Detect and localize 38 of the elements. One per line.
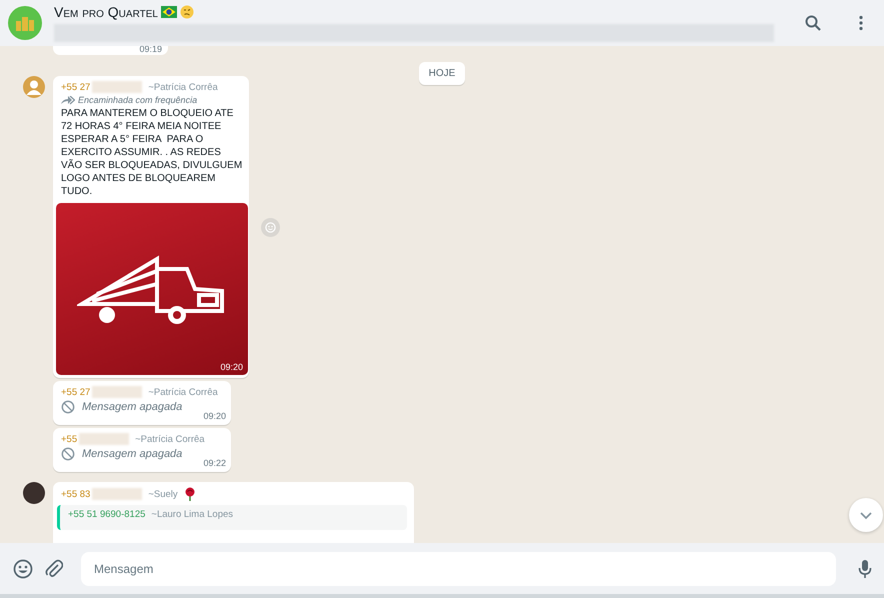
rose-icon [184, 487, 196, 501]
blocked-icon [61, 400, 75, 414]
redacted-number [79, 433, 130, 445]
sender-name: ~Patrícia Corrêa [135, 434, 205, 444]
forward-icon [61, 96, 75, 104]
smiley-icon [265, 222, 276, 232]
sender-name: ~Suely [148, 488, 178, 500]
sender-phone: +55 27 [61, 82, 90, 92]
date-badge: HOJE [418, 62, 466, 85]
sender-phone: +55 27 [61, 386, 90, 398]
message-text: PARA MANTEREM O BLOQUEIO ATE 72 HORAS 4° FEIRA MEIA NOITEE ESPERAR A 5° FEIRA PARA O EXERCITO ASSUMIR. . AS REDES VÃO SER BLOQUEADAS, DIVULGUEM LOGO ANTES DE BLOQUEAREM TUDO. [61, 107, 244, 198]
message-time: 09:22 [203, 458, 226, 468]
group-title: Vem pro Quartel [54, 4, 158, 20]
sender-name: ~Patrícia Corrêa [148, 82, 218, 92]
scroll-down-button[interactable] [849, 498, 883, 532]
redacted-number [92, 81, 142, 93]
message-time: 09:20 [203, 411, 226, 421]
sender-phone: +55 83 [61, 488, 90, 500]
flag-icon [160, 6, 177, 18]
deleted-message-text: Mensagem apagada [82, 401, 182, 413]
message-input[interactable]: Mensagem [81, 552, 836, 586]
image-placeholder[interactable]: 09:20 [56, 203, 248, 375]
sender-phone: +55 [61, 434, 78, 444]
deleted-message-text: Mensagem apagada [82, 448, 182, 460]
chevron-down-icon [859, 510, 873, 520]
search-icon[interactable] [804, 14, 822, 32]
message-time: 09:20 [220, 362, 243, 372]
redacted-number [92, 386, 142, 398]
redacted-number [92, 488, 142, 500]
emoji-button[interactable] [13, 558, 33, 578]
attach-button[interactable] [45, 558, 63, 578]
sender-name: ~Patrícia Corrêa [148, 386, 218, 398]
microphone-button[interactable] [858, 558, 872, 578]
message-time: 09:19 [139, 46, 162, 54]
blocked-icon [61, 447, 75, 461]
avatar-photo[interactable] [23, 482, 45, 504]
smiley-icon [180, 5, 194, 19]
forwarded-label: Encaminhada com frequência [78, 95, 198, 105]
